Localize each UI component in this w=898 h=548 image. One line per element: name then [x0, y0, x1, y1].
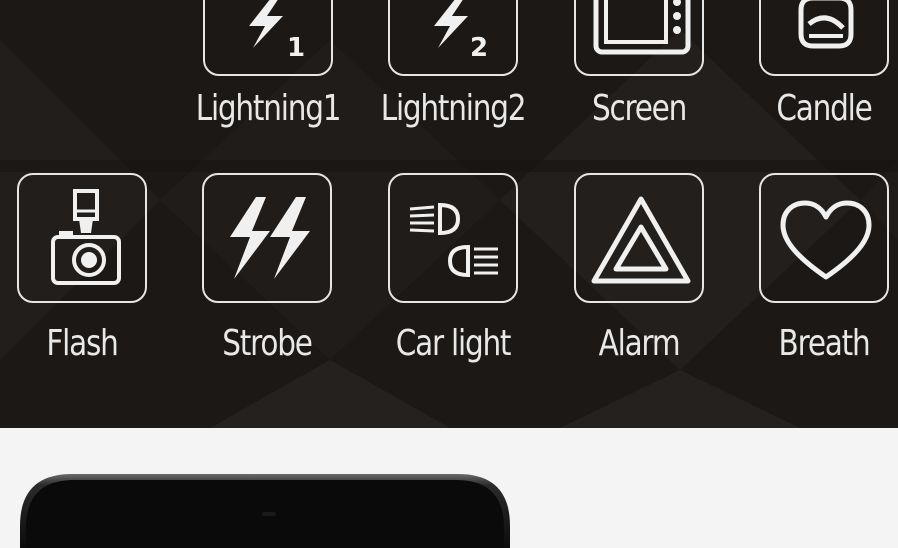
mode-screen[interactable]: Screen	[574, 0, 704, 129]
mode-lightning1[interactable]: 1 Lightning1	[196, 0, 341, 129]
mode-lightning2[interactable]: 2 Lightning2	[381, 0, 526, 129]
mode-alarm[interactable]: Alarm	[574, 173, 704, 364]
mode-label: Strobe	[222, 323, 313, 364]
mode-label: Candle	[776, 88, 872, 129]
mode-lightning2-tile[interactable]: 2	[388, 0, 518, 76]
mode-candle[interactable]: Candle	[759, 0, 889, 129]
mode-breath[interactable]: Breath	[759, 173, 889, 364]
phone-device-image	[20, 474, 510, 548]
mode-flash[interactable]: Flash	[17, 173, 147, 364]
mode-car-light[interactable]: Car light	[388, 173, 518, 364]
mode-breath-tile[interactable]	[759, 173, 889, 303]
mode-label: Lightning2	[380, 88, 527, 129]
modes-panel: 1 Lightning1 2 Lightning2 Screen Candle …	[0, 0, 898, 428]
camera-flash-icon	[51, 189, 121, 285]
mode-screen-tile[interactable]	[574, 0, 704, 76]
mode-candle-tile[interactable]	[759, 0, 889, 76]
mode-label: Car light	[395, 323, 512, 364]
alarm-triangle-icon	[591, 196, 691, 284]
car-headlight-icon	[409, 202, 498, 278]
mode-lightning1-tile[interactable]: 1	[203, 0, 333, 76]
mode-flash-tile[interactable]	[17, 173, 147, 303]
mode-car-light-tile[interactable]	[388, 173, 518, 303]
mode-label: Alarm	[598, 323, 681, 364]
mode-label: Breath	[778, 323, 871, 364]
heart-icon	[780, 200, 872, 280]
mode-strobe[interactable]: Strobe	[202, 173, 332, 364]
mode-label: Lightning1	[195, 88, 342, 129]
tv-screen-icon	[593, 0, 691, 55]
lightning-2-subscript: 2	[470, 33, 488, 63]
candle-icon	[798, 0, 854, 49]
mode-strobe-tile[interactable]	[202, 173, 332, 303]
mode-alarm-tile[interactable]	[574, 173, 704, 303]
strobe-icon	[230, 197, 310, 279]
lightning-1-icon: 1	[249, 0, 305, 63]
mode-label: Screen	[591, 88, 687, 129]
lightning-1-subscript: 1	[287, 33, 305, 63]
lightning-2-icon: 2	[434, 0, 488, 63]
mode-label: Flash	[46, 323, 118, 364]
